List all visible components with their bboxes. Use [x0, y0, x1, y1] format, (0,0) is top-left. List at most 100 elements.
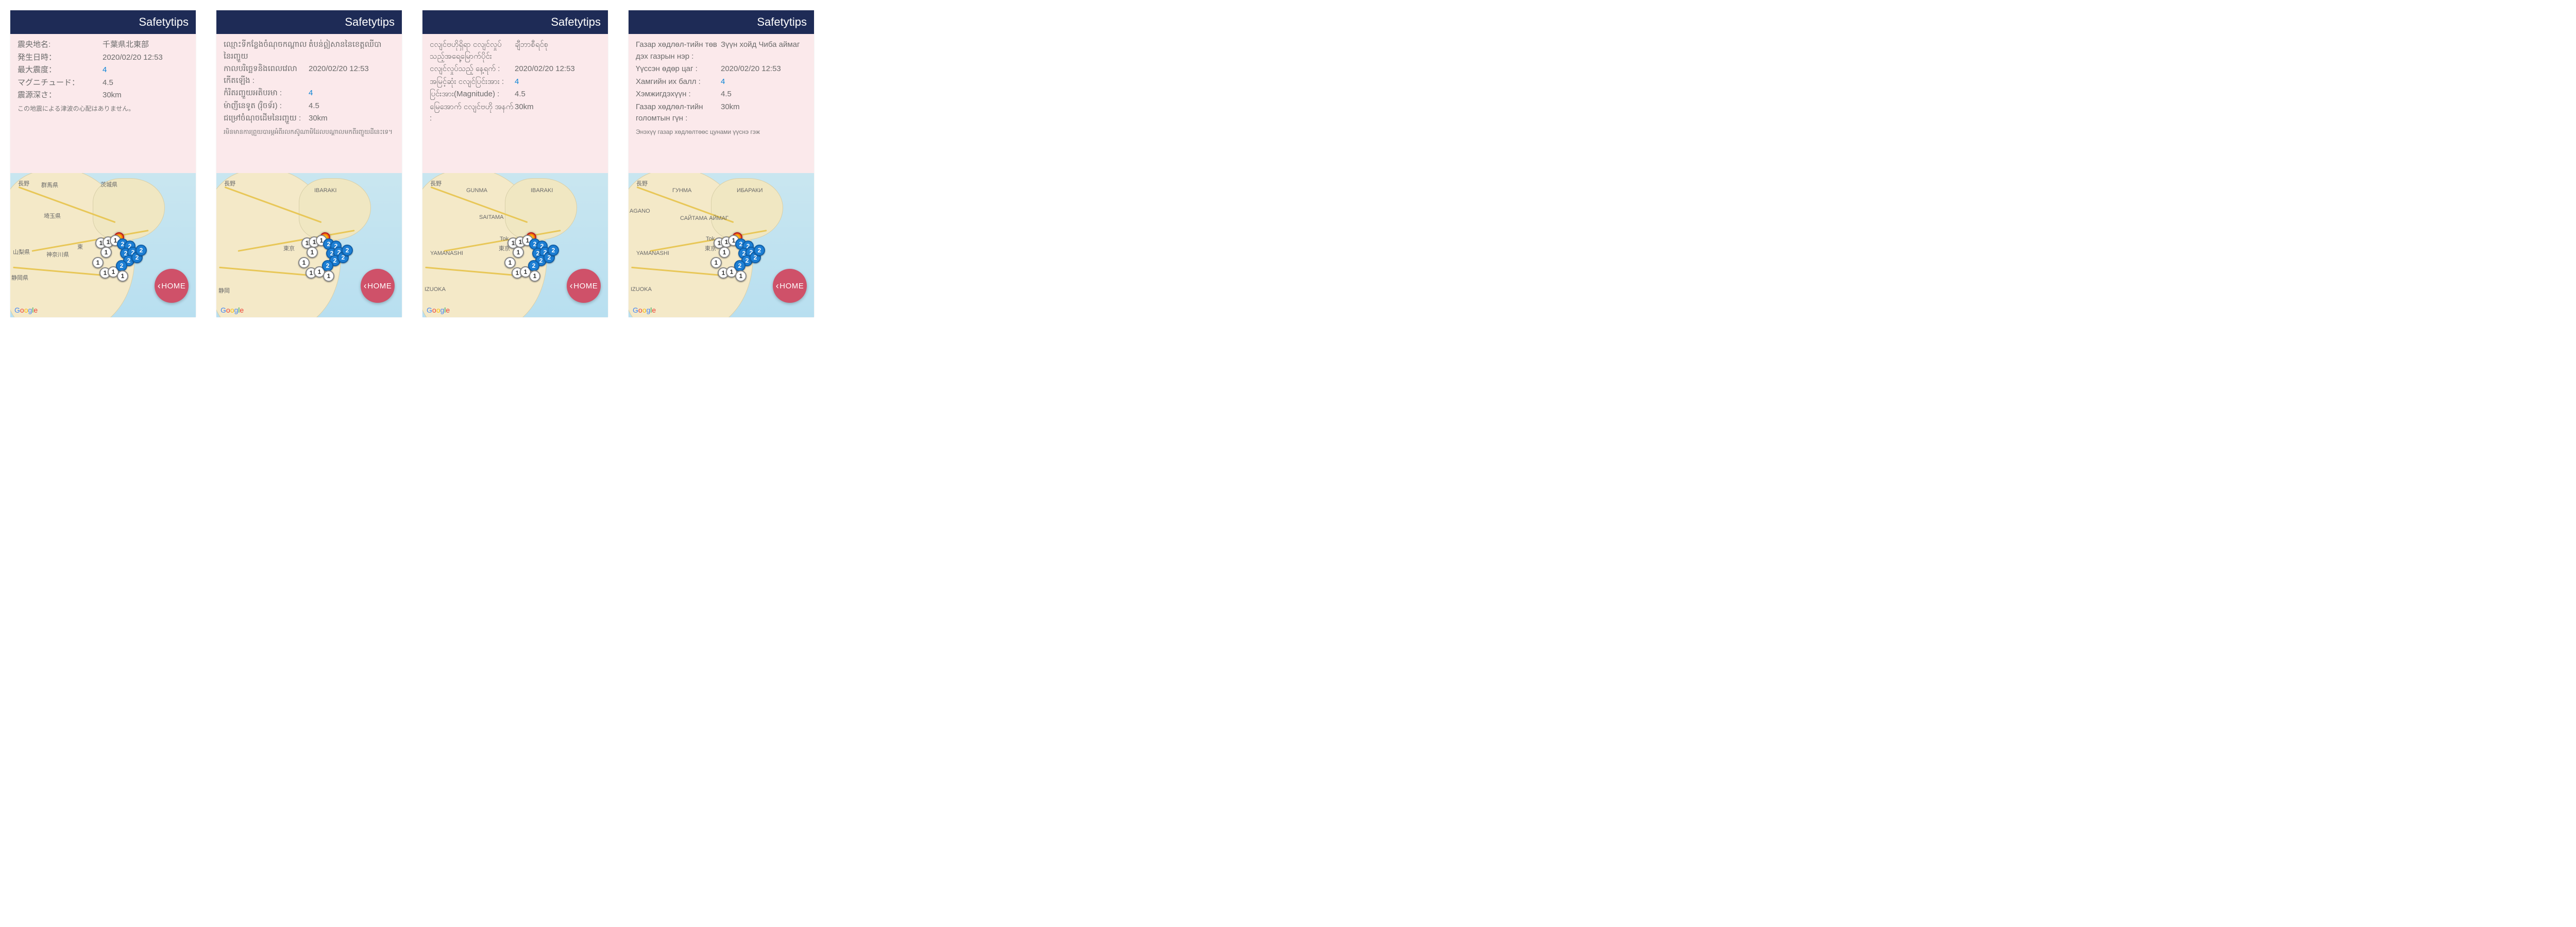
tsunami-note: この地震による津波の心配はありません。 [18, 105, 189, 113]
earthquake-info-panel: 震央地名:千葉県北東部発生日時：2020/02/20 12:53最大震度：4マグ… [10, 34, 196, 173]
info-row: Хамгийн их балл :4 [636, 76, 807, 88]
info-value: 30km [721, 101, 740, 125]
intensity-marker[interactable]: 2 [135, 245, 147, 256]
intensity-marker[interactable]: 1 [513, 247, 524, 258]
app-header: Safety tips [629, 10, 814, 34]
map-city-label: AGANO [630, 208, 650, 214]
home-button[interactable]: ‹HOME [361, 269, 395, 303]
info-row: ម៉ាញីនេទូត (រ៉ិចទ័រ) :4.5 [224, 100, 395, 112]
intensity-marker[interactable]: 2 [342, 245, 353, 256]
app-title-thin: Safety [139, 15, 171, 29]
map-city-label: 長野 [430, 179, 442, 187]
info-row: កាលបរិច្ឆេទនិងពេលវេលាកើតឡើង :2020/02/20 … [224, 63, 395, 87]
app-header: Safety tips [216, 10, 402, 34]
earthquake-info-panel: Газар хөдлөл-тийн төв дэх газрын нэр :Зү… [629, 34, 814, 173]
info-row: ငလျင်လှုပ်သည့် နေ့ရက် :2020/02/20 12:53 [430, 63, 601, 75]
info-row: Хэмжигдэхүүн :4.5 [636, 89, 807, 100]
app-screen: Safety tips ឈ្មោះទីកន្លែងចំណុចកណ្ដាលនៃរញ្… [216, 10, 402, 317]
info-value: 30km [515, 101, 534, 125]
map-city-label: 長野 [224, 179, 235, 187]
info-row: マグニチュード：4.5 [18, 77, 189, 89]
info-row: កំរិតរញ្ជួយអតិបរមា :4 [224, 88, 395, 99]
info-value: 4.5 [721, 89, 732, 100]
map-city-label: ГУНМА [672, 187, 691, 194]
info-label: ឈ្មោះទីកន្លែងចំណុចកណ្ដាលនៃរញ្ជួយ [224, 39, 309, 62]
info-label: កំរិតរញ្ជួយអតិបរមា : [224, 88, 309, 99]
info-row: Газар хөдлөл-тийн голомтын гүн :30km [636, 101, 807, 125]
google-attribution: Google [221, 306, 244, 314]
marker-cluster: 1111111222222221 [714, 222, 786, 284]
info-label: မြေအောက် ငလျင်ဗဟို အနက် : [430, 101, 515, 125]
map-view[interactable]: 長野ГУНМАИБАРАКИAGANOСАЙТАМА АЙМАГYAMANASH… [629, 173, 814, 317]
info-row: 震源深さ：30km [18, 90, 189, 101]
marker-cluster: 1111111222222221 [95, 222, 167, 284]
map-city-label: YAMANASHI [636, 250, 669, 256]
intensity-marker[interactable]: 1 [735, 270, 747, 282]
info-value: 4.5 [515, 89, 526, 100]
info-label: Хамгийн их балл : [636, 76, 721, 88]
intensity-marker[interactable]: 1 [504, 257, 516, 268]
info-value: 30km [309, 113, 328, 125]
intensity-marker[interactable]: 1 [323, 270, 334, 282]
intensity-marker[interactable]: 2 [548, 245, 559, 256]
app-title-thin: Safety [345, 15, 377, 29]
map-city-label: 東京 [283, 244, 295, 252]
map-city-label: IBARAKI [314, 187, 336, 194]
intensity-marker[interactable]: 2 [116, 260, 127, 271]
marker-cluster: 1111111222222221 [507, 222, 580, 284]
intensity-marker[interactable]: 2 [322, 260, 333, 271]
map-view[interactable]: 群馬県茨城県埼玉県山梨県神奈川県東静岡県長野1111111222222221‹H… [10, 173, 196, 317]
intensity-marker[interactable]: 2 [754, 245, 765, 256]
intensity-marker[interactable]: 1 [92, 257, 104, 268]
intensity-marker[interactable]: 1 [529, 270, 540, 282]
map-city-label: 埼玉県 [44, 212, 61, 220]
intensity-marker[interactable]: 1 [719, 247, 730, 258]
info-label: ငလျင်ဗဟိုရှိရာ ငလျင်လှုပ်သည့်အရေ့မြောက်ပ… [430, 39, 515, 62]
app-screen: Safety tips ငလျင်ဗဟိုရှိရာ ငလျင်လှုပ်သည့်… [422, 10, 608, 317]
earthquake-info-panel: ငလျင်ဗဟိုရှိရာ ငလျင်လှုပ်သည့်အရေ့မြောက်ပ… [422, 34, 608, 173]
app-header: Safety tips [422, 10, 608, 34]
info-label: ជម្រៅចំណុចដើមនៃរញ្ជួយ : [224, 113, 309, 125]
home-button[interactable]: ‹HOME [567, 269, 601, 303]
info-label: ငလျင်လှုပ်သည့် နေ့ရက် : [430, 63, 515, 75]
chevron-left-icon: ‹ [776, 281, 779, 291]
info-row: 最大震度：4 [18, 64, 189, 76]
intensity-marker[interactable]: 1 [298, 257, 310, 268]
map-city-label: IBARAKI [531, 187, 553, 194]
info-value: 4 [309, 88, 313, 99]
home-button[interactable]: ‹HOME [773, 269, 807, 303]
app-screen: Safety tipsГазар хөдлөл-тийн төв дэх газ… [629, 10, 814, 317]
intensity-marker[interactable]: 1 [710, 257, 722, 268]
map-city-label: IZUOKA [631, 286, 652, 293]
info-value: ချီဘာစီရင်စု [515, 39, 548, 62]
app-title-bold: tips [789, 15, 807, 29]
map-city-label: ИБАРАКИ [737, 187, 762, 194]
info-row: ငလျင်ဗဟိုရှိရာ ငလျင်လှုပ်သည့်အရေ့မြောက်ပ… [430, 39, 601, 62]
home-button-label: HOME [367, 282, 392, 290]
info-row: အမြင့်ဆုံး ငလျင်ပြင်းအား :4 [430, 76, 601, 88]
app-title-thin: Safety [757, 15, 789, 29]
intensity-marker[interactable]: 1 [100, 247, 112, 258]
chevron-left-icon: ‹ [158, 281, 161, 291]
home-button[interactable]: ‹HOME [155, 269, 189, 303]
intensity-marker[interactable]: 1 [307, 247, 318, 258]
info-label: 最大震度： [18, 64, 103, 76]
info-label: マグニチュード： [18, 77, 103, 89]
info-value: 千葉県北東部 [103, 39, 149, 51]
intensity-marker[interactable]: 2 [734, 260, 745, 271]
map-city-label: САЙТАМА АЙМАГ [680, 215, 728, 221]
info-value: 2020/02/20 12:53 [309, 63, 369, 87]
map-city-label: 山梨県 [13, 248, 30, 256]
info-label: ម៉ាញីនេទូត (រ៉ិចទ័រ) : [224, 100, 309, 112]
info-label: Газар хөдлөл-тийн төв дэх газрын нэр : [636, 39, 721, 62]
map-view[interactable]: 長野GUNMAIBARAKISAITAMAYAMANASHITok東京IZUOK… [422, 173, 608, 317]
info-label: កាលបរិច្ឆេទនិងពេលវេលាកើតឡើង : [224, 63, 309, 87]
map-city-label: IZUOKA [425, 286, 446, 293]
info-label: အမြင့်ဆုံး ငလျင်ပြင်းအား : [430, 76, 515, 88]
map-view[interactable]: 長野IBARAKI東京静岡1111111222222221‹HOMEGoogle [216, 173, 402, 317]
info-value: 30km [103, 90, 122, 101]
intensity-marker[interactable]: 2 [528, 260, 539, 271]
intensity-marker[interactable]: 1 [117, 270, 128, 282]
app-header: Safety tips [10, 10, 196, 34]
info-row: 発生日時：2020/02/20 12:53 [18, 52, 189, 64]
